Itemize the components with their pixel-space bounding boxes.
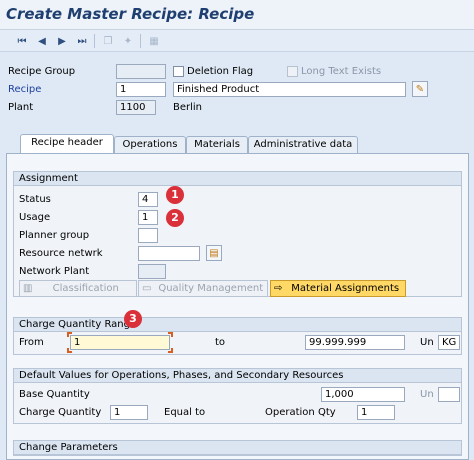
next-page-icon[interactable]: ▶	[54, 33, 70, 49]
plant-name: Berlin	[173, 102, 203, 113]
overview-icon[interactable]: ▦	[146, 33, 162, 49]
plant-label: Plant	[8, 102, 34, 113]
recipe-label: Recipe	[8, 84, 42, 95]
resource-network-label: Resource netwrk	[19, 248, 103, 259]
long-text-checkbox	[287, 66, 298, 77]
focus-corner	[168, 348, 173, 353]
operation-qty-label: Operation Qty	[265, 407, 336, 418]
to-label: to	[215, 337, 226, 348]
tab-materials[interactable]: Materials	[186, 136, 248, 154]
network-plant-label: Network Plant	[19, 266, 90, 277]
classification-button-label: Classification	[52, 283, 119, 294]
change-parameters-title: Change Parameters	[14, 441, 461, 455]
material-assignments-button-label: Material Assignments	[291, 283, 400, 294]
material-assignments-button[interactable]: ⇨ Material Assignments	[270, 280, 406, 297]
long-text-label: Long Text Exists	[301, 66, 382, 77]
quality-management-icon: ▭	[142, 283, 152, 294]
assignment-group: Assignment Status 4 Usage 1 Planner grou…	[13, 171, 462, 297]
change-parameters-group: Change Parameters	[13, 440, 462, 456]
equal-to-label: Equal to	[164, 407, 206, 418]
tab-operations[interactable]: Operations	[114, 136, 186, 154]
default-unit-label: Un	[420, 389, 434, 400]
unit-label: Un	[420, 337, 434, 348]
toolbar-separator	[94, 34, 95, 48]
default-unit-field[interactable]	[438, 387, 460, 402]
status-label: Status	[19, 194, 51, 205]
charge-quantity-range-title: Charge Quantity Range	[14, 318, 461, 332]
window-title: Create Master Recipe: Recipe	[6, 5, 255, 23]
last-page-icon[interactable]: ⏭	[74, 33, 90, 49]
deletion-flag-checkbox[interactable]	[173, 66, 184, 77]
first-page-icon[interactable]: ⏮	[14, 33, 30, 49]
annotation-badge-1: 1	[166, 186, 184, 204]
planner-group-label: Planner group	[19, 230, 90, 241]
to-field[interactable]: 99.999.999	[305, 335, 405, 350]
resource-network-field[interactable]	[138, 246, 200, 261]
annotation-badge-3: 3	[124, 310, 142, 328]
focus-corner	[67, 332, 72, 337]
from-label: From	[19, 337, 44, 348]
recipe-description-field[interactable]: Finished Product	[173, 82, 406, 97]
charge-quantity-label: Charge Quantity	[19, 407, 102, 418]
from-field[interactable]: 1	[70, 335, 170, 350]
where-used-icon[interactable]: ✦	[120, 33, 136, 49]
default-values-group: Default Values for Operations, Phases, a…	[13, 368, 462, 424]
charge-quantity-range-group: Charge Quantity Range From 1 to 99.999.9…	[13, 317, 462, 355]
operation-qty-field[interactable]: 1	[357, 405, 395, 420]
classification-button[interactable]: ▥ Classification	[19, 280, 137, 297]
base-quantity-field[interactable]: 1,000	[321, 387, 405, 402]
quality-management-button[interactable]: ▭ Quality Management	[138, 280, 268, 297]
network-plant-field	[138, 264, 166, 279]
long-text-edit-icon[interactable]: ✎	[412, 81, 428, 97]
focus-corner	[168, 332, 173, 337]
recipe-header-panel: Assignment Status 4 Usage 1 Planner grou…	[6, 153, 469, 460]
arrow-right-icon: ⇨	[274, 283, 283, 294]
annotation-badge-2: 2	[166, 209, 184, 227]
tab-recipe-header[interactable]: Recipe header	[20, 134, 114, 154]
quality-management-button-label: Quality Management	[158, 283, 264, 294]
status-field[interactable]: 4	[138, 192, 158, 207]
usage-field[interactable]: 1	[138, 210, 158, 225]
classification-icon: ▥	[23, 283, 33, 294]
main-content: Recipe Group Deletion Flag Long Text Exi…	[0, 52, 474, 460]
focus-corner	[67, 348, 72, 353]
recipe-group-field[interactable]	[116, 64, 166, 79]
previous-page-icon[interactable]: ◀	[34, 33, 50, 49]
network-graphic-icon[interactable]: ▤	[206, 245, 222, 261]
charge-quantity-field[interactable]: 1	[110, 405, 148, 420]
recipe-group-label: Recipe Group	[8, 66, 76, 77]
tab-administrative-data[interactable]: Administrative data	[248, 136, 358, 154]
title-bar: Create Master Recipe: Recipe	[0, 0, 474, 30]
copy-from-icon[interactable]: ❐	[100, 33, 116, 49]
deletion-flag-label: Deletion Flag	[187, 66, 254, 77]
planner-group-field[interactable]	[138, 228, 158, 243]
default-values-title: Default Values for Operations, Phases, a…	[14, 369, 461, 383]
assignment-title: Assignment	[14, 172, 461, 186]
plant-field: 1100	[116, 100, 156, 115]
toolbar: ⏮ ◀ ▶ ⏭ ❐ ✦ ▦	[0, 30, 474, 52]
base-quantity-label: Base Quantity	[19, 389, 90, 400]
recipe-field[interactable]: 1	[116, 82, 166, 97]
toolbar-separator	[140, 34, 141, 48]
usage-label: Usage	[19, 212, 51, 223]
unit-field[interactable]: KG	[438, 335, 460, 350]
